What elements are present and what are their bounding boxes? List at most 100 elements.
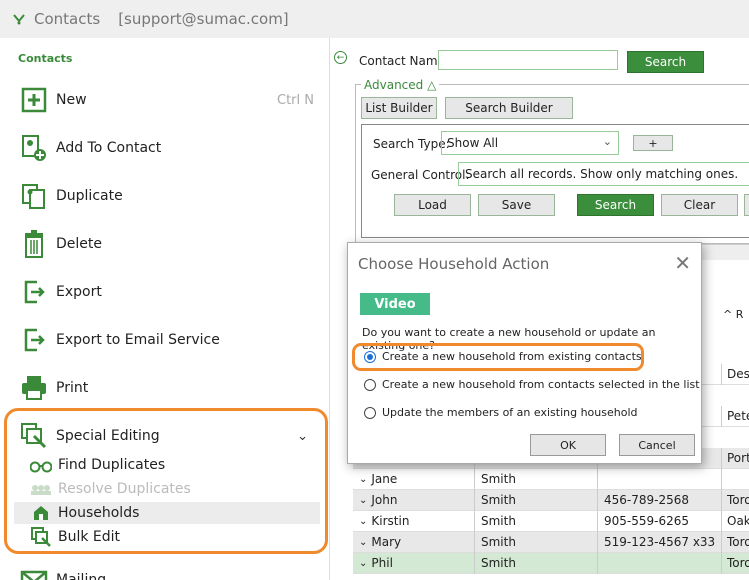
contact-name-input[interactable] [438,50,618,70]
radio-unselected[interactable] [364,378,376,391]
dialog-title: Choose Household Action [358,255,550,273]
close-icon[interactable]: ✕ [674,251,691,275]
sidebar: Contacts New Ctrl N Add To Contact Dupli… [0,38,330,580]
table-row[interactable]: ⌄ Jane Smith [353,468,749,490]
sidebar-subitem-label: Find Duplicates [58,457,166,473]
add-to-contact-icon [20,134,48,162]
window-title: Contacts [34,10,101,28]
contact-name-label: Contact Name [359,54,445,68]
add-criteria-button[interactable]: + [633,135,673,151]
sidebar-subitem-households[interactable]: Households [14,502,320,524]
cell-last: Smith [476,552,598,574]
ok-button[interactable]: OK [530,434,606,456]
sidebar-item-new[interactable]: New Ctrl N [20,84,320,116]
cell-last: Smith [476,531,598,553]
list-builder-button[interactable]: List Builder [361,97,437,119]
chevron-down-icon[interactable]: ⌄ [359,537,367,548]
sidebar-item-add-to-contact[interactable]: Add To Contact [20,132,320,164]
sumac-logo-icon [13,14,25,25]
table-row[interactable]: ⌄ Mary Smith 519-123-4567 x33 Toro [353,531,749,553]
table-row-selected[interactable]: ⌄ Phil Smith Toro [353,552,749,574]
chevron-down-icon[interactable]: ⌄ [359,516,367,527]
chevron-down-icon[interactable]: ⌄ [359,495,367,506]
cell-last: Smith [476,489,598,511]
duplicate-icon [20,182,48,210]
shortcut-label: Ctrl N [277,92,314,108]
sidebar-subitem-label: Households [58,505,140,521]
trash-icon [20,230,48,258]
sidebar-item-mailing[interactable]: Mailing [20,564,320,580]
cell-city: Toro [727,535,749,549]
resolve-duplicates-icon [30,480,52,498]
search-type-value: Show All [447,136,499,150]
load-button[interactable]: Load [394,194,471,216]
cancel-button[interactable]: Cancel [619,434,695,456]
save-button[interactable]: Save [478,194,555,216]
option-label: Update the members of an existing househ… [382,406,638,419]
plus-square-icon [20,86,48,114]
sidebar-item-export-email[interactable]: Export to Email Service [20,324,320,356]
cell-city: Toro [727,493,749,507]
sidebar-item-duplicate[interactable]: Duplicate [20,180,320,212]
sidebar-subitem-label: Bulk Edit [58,529,121,545]
account-label: [support@sumac.com] [118,10,289,28]
cell-first: ⌄ Jane [353,468,475,490]
sidebar-item-label: Delete [56,236,102,252]
video-button[interactable]: Video [360,293,430,315]
cell-city: Pete [727,409,749,423]
chevron-down-icon[interactable]: ⌄ [297,429,308,444]
search-builder-button[interactable]: Search Builder [445,97,573,119]
radio-selected[interactable] [364,350,376,363]
collapse-arrow-icon[interactable]: ← [334,51,347,64]
title-bar: Contacts [support@sumac.com] [0,0,749,38]
sidebar-item-label: Add To Contact [56,140,162,156]
more-button[interactable] [744,194,749,216]
chevron-down-icon[interactable]: ⌄ [359,474,367,485]
option-update-members[interactable]: Update the members of an existing househ… [364,406,638,419]
table-row[interactable]: ⌄ John Smith 456-789-2568 Toro [353,489,749,511]
sidebar-item-label: Export [56,284,102,300]
cell-phone [599,552,722,574]
cell-phone: 905-559-6265 [599,510,722,532]
general-control-label: General Control: [371,168,470,182]
binoculars-icon [30,456,52,474]
sidebar-item-export[interactable]: Export [20,276,320,308]
search-type-select[interactable]: Show All ⌄ [441,131,619,155]
general-control-select[interactable]: Search all records. Show only matching o… [458,162,749,186]
sidebar-subitem-bulk-edit[interactable]: Bulk Edit [30,526,320,548]
cell-phone: 519-123-4567 x33 [599,531,722,553]
sidebar-item-print[interactable]: Print [20,372,320,404]
sidebar-section-title: Contacts [18,52,73,65]
advanced-toggle[interactable]: Advanced △ [361,78,440,92]
advanced-search-button[interactable]: Search [577,194,654,216]
sidebar-item-label: New [56,92,87,108]
sidebar-item-label: Print [56,380,89,396]
cell-last: Smith [476,510,598,532]
cell-first: ⌄ Kirstin [353,510,475,532]
table-row[interactable]: ⌄Kirstin Smith 905-559-6265 Oakv [353,510,749,532]
sidebar-item-label: Special Editing [56,428,160,444]
cell-last: Smith [476,468,598,490]
option-new-from-existing[interactable]: Create a new household from existing con… [364,350,642,363]
radio-unselected[interactable] [364,406,376,419]
clear-button[interactable]: Clear [661,194,738,216]
cell-city [723,469,749,490]
cell-first: ⌄ John [353,489,475,511]
option-new-from-selected[interactable]: Create a new household from contacts sel… [364,378,700,391]
printer-icon [20,374,48,402]
sort-up-icon: ^ [723,308,733,321]
house-icon [30,504,52,522]
cell-first: ⌄ Phil [353,552,475,574]
cell-city: Des I [727,367,749,381]
sidebar-item-special-editing[interactable]: Special Editing ⌄ [20,420,320,452]
export-email-icon [20,326,48,354]
chevron-down-icon[interactable]: ⌄ [359,558,367,569]
sidebar-subitem-resolve-duplicates: Resolve Duplicates [30,478,320,500]
search-button[interactable]: Search [627,51,704,73]
sidebar-subitem-find-duplicates[interactable]: Find Duplicates [30,454,320,476]
sidebar-item-delete[interactable]: Delete [20,228,320,260]
cell-phone [599,468,722,490]
chevron-down-icon: ⌄ [602,135,612,148]
column-header-r[interactable]: ^ R [723,308,743,321]
sidebar-item-label: Mailing [56,572,107,580]
